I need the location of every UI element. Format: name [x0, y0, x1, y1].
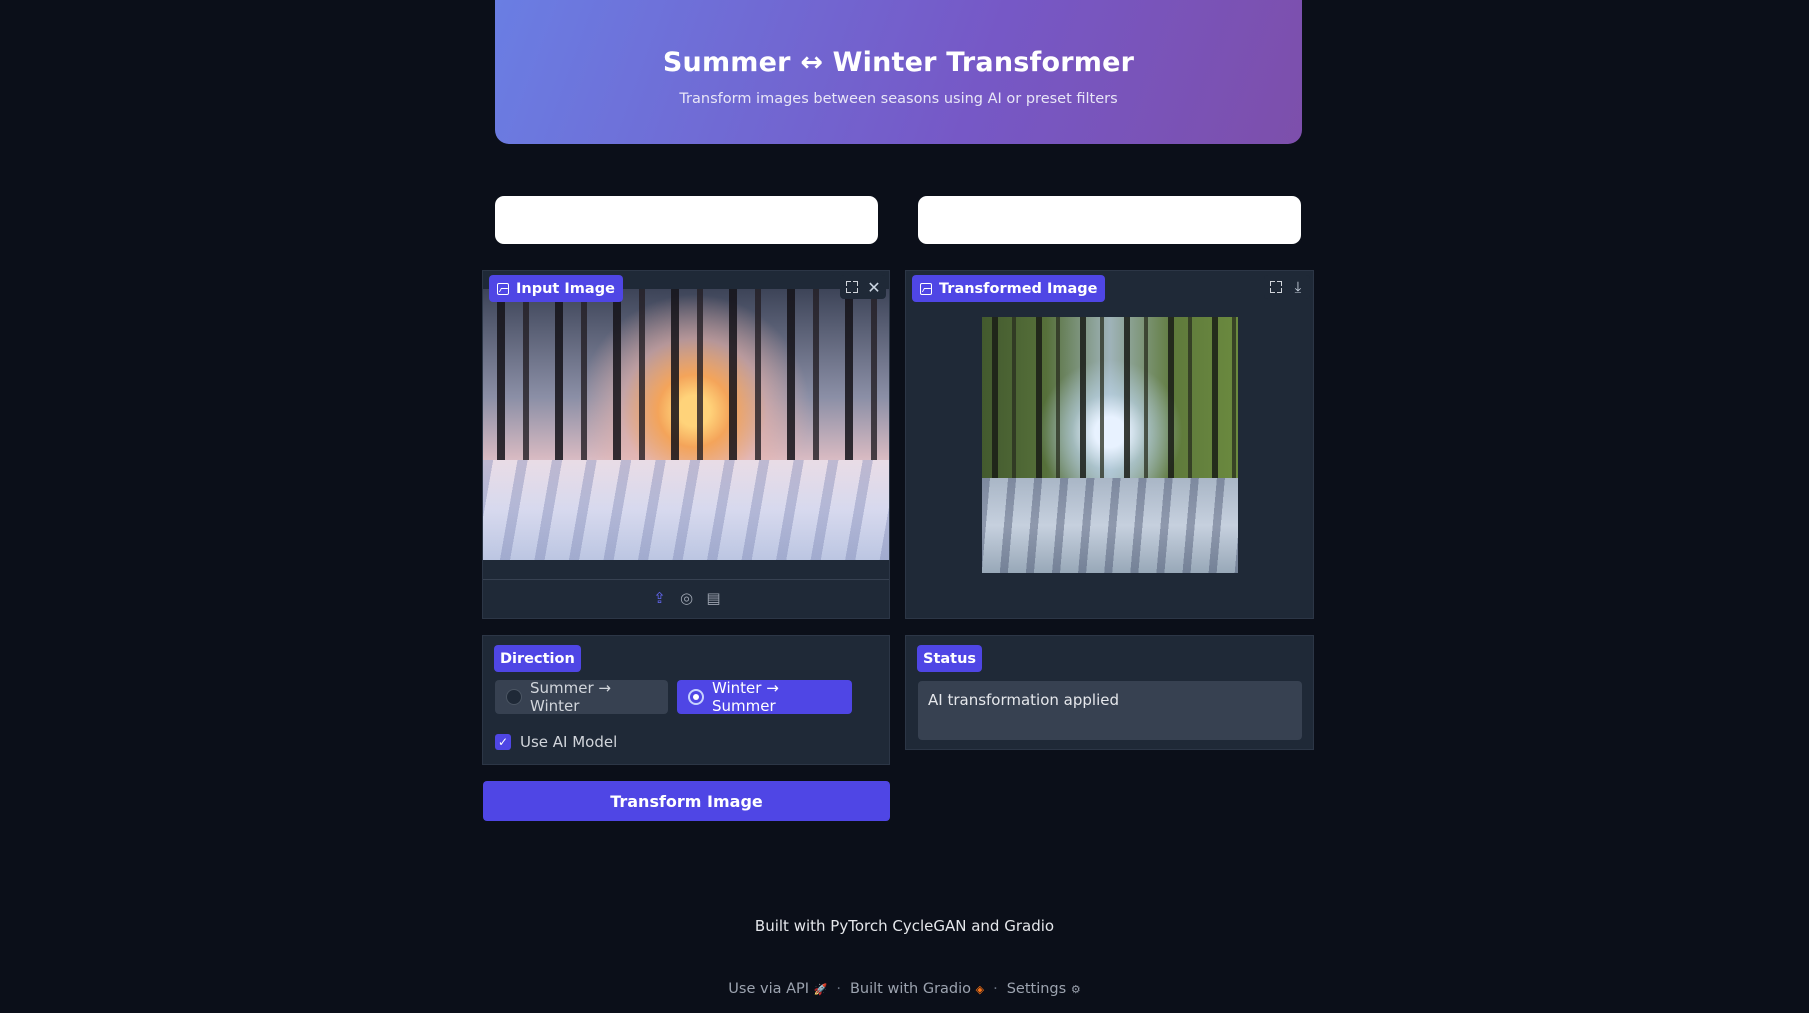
input-toolbar-divider [483, 579, 889, 580]
footer-note: Built with PyTorch CycleGAN and Gradio [754, 917, 1055, 935]
use-via-api-link[interactable]: Use via API 🚀 [728, 981, 827, 997]
input-image-actions: ✕ [840, 275, 886, 299]
download-icon[interactable]: ⤓ [1288, 277, 1308, 297]
image-icon [497, 282, 509, 295]
upload-icon[interactable]: ⇪ [651, 590, 668, 607]
blank-html-block-left [495, 196, 878, 244]
footer-separator: · [836, 981, 841, 997]
output-image-label: Transformed Image [912, 275, 1106, 302]
built-with-gradio-link[interactable]: Built with Gradio ◈ [850, 981, 984, 997]
input-source-toolbar: ⇪ ◎ ▤ [651, 590, 722, 607]
rocket-icon: 🚀 [813, 983, 828, 996]
gear-icon: ⚙ [1070, 983, 1081, 996]
page-subtitle: Transform images between seasons using A… [679, 91, 1118, 107]
image-icon [920, 282, 932, 295]
output-image-actions: ⤓ [1264, 275, 1310, 299]
app-header: Summer ↔ Winter Transformer Transform im… [495, 0, 1302, 144]
use-ai-checkbox-row[interactable]: ✓ Use AI Model [495, 733, 617, 751]
use-ai-label: Use AI Model [520, 733, 618, 751]
clipboard-icon[interactable]: ▤ [705, 590, 722, 607]
radio-summer-to-winter[interactable]: Summer → Winter [495, 679, 668, 715]
input-image-snow [483, 460, 889, 560]
use-ai-checkbox[interactable]: ✓ [495, 734, 511, 750]
transformed-image [982, 317, 1238, 573]
radio-indicator [688, 689, 704, 705]
transform-image-button[interactable]: Transform Image [483, 781, 890, 821]
transformed-image-snow [982, 478, 1238, 573]
settings-link[interactable]: Settings ⚙ [1007, 981, 1081, 997]
webcam-icon[interactable]: ◎ [678, 590, 695, 607]
gradio-logo-icon: ◈ [975, 983, 985, 996]
close-icon[interactable]: ✕ [864, 277, 884, 297]
status-textbox[interactable]: AI transformation applied [918, 681, 1302, 740]
status-label: Status [917, 645, 983, 672]
fullscreen-icon[interactable] [1266, 277, 1286, 297]
radio-label: Summer → Winter [530, 679, 611, 715]
direction-label: Direction [494, 645, 581, 672]
blank-html-block-right [918, 196, 1301, 244]
input-image-label: Input Image [489, 275, 623, 302]
radio-indicator [506, 689, 522, 705]
radio-winter-to-summer[interactable]: Winter → Summer [677, 679, 852, 715]
footer-links: Use via API 🚀 · Built with Gradio ◈ · Se… [0, 981, 1809, 997]
footer-separator: · [993, 981, 998, 997]
radio-label: Winter → Summer [712, 679, 779, 715]
input-image-label-text: Input Image [516, 280, 615, 297]
page-title: Summer ↔ Winter Transformer [662, 47, 1135, 78]
output-image-label-text: Transformed Image [939, 280, 1098, 297]
fullscreen-icon[interactable] [842, 277, 862, 297]
input-image [483, 289, 889, 560]
